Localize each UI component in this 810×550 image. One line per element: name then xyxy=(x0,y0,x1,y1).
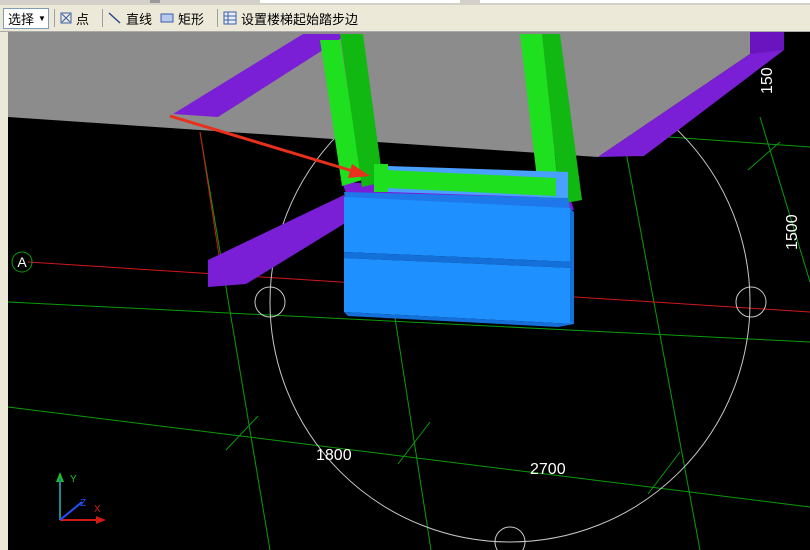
toolbar-separator xyxy=(53,9,55,27)
select-dropdown[interactable]: 选择 ▼ xyxy=(3,7,49,29)
triad-z-label: Z xyxy=(80,498,86,509)
toolbar-separator xyxy=(101,9,103,27)
dimension-label-1500: 1500 xyxy=(784,214,801,250)
line-icon xyxy=(108,12,121,24)
stair-table-icon xyxy=(223,11,237,25)
triad-x-label: X xyxy=(94,504,101,515)
dimension-label-150-partial: 150 xyxy=(759,67,776,94)
3d-model-viewport[interactable]: A 1800 2700 1500 150 Y X Z xyxy=(8,32,810,550)
set-stair-start-step-button[interactable]: 设置楼梯起始踏步边 xyxy=(223,9,358,28)
point-label: 点 xyxy=(75,11,89,27)
select-label: 选择 xyxy=(8,11,35,27)
toolbar-separator xyxy=(216,9,218,27)
rectangle-label: 矩形 xyxy=(177,11,204,27)
column-stub xyxy=(374,164,388,192)
stair-step-1 xyxy=(344,197,574,262)
chevron-down-icon[interactable]: ▼ xyxy=(38,14,46,23)
rectangle-icon xyxy=(160,13,174,23)
dimension-label-1800: 1800 xyxy=(316,447,352,464)
line-button[interactable]: 直线 xyxy=(108,9,152,28)
triad-y-label: Y xyxy=(70,474,77,485)
dimension-label-2700: 2700 xyxy=(530,461,566,478)
point-button[interactable]: 点 xyxy=(60,9,89,28)
rectangle-button[interactable]: 矩形 xyxy=(160,9,204,28)
set-stair-start-step-label: 设置楼梯起始踏步边 xyxy=(240,11,358,27)
drawing-toolbar: 选择 ▼ 点 直线 矩形 设置楼梯起始踏步边 xyxy=(0,5,810,32)
point-icon xyxy=(60,12,72,24)
line-label: 直线 xyxy=(125,11,152,27)
axis-label-a: A xyxy=(17,254,27,270)
stair-side xyxy=(570,208,574,324)
